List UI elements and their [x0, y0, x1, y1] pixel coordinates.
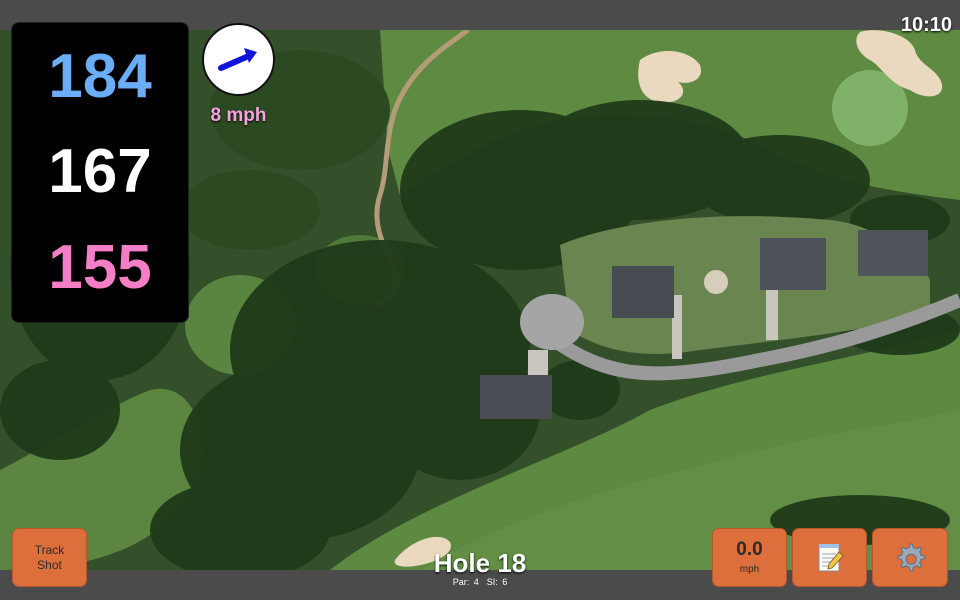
hole-stroke-index: SI: 6 — [486, 577, 508, 587]
front-distance: 155 — [48, 233, 152, 303]
wind-arrow-icon — [217, 47, 257, 71]
speed-button[interactable]: 0.0 mph — [712, 528, 787, 587]
hole-title: Hole 18 — [433, 548, 527, 578]
wind-speed: 8 mph — [210, 105, 267, 126]
distance-panel: 184 167 155 — [11, 22, 189, 323]
track-shot-label-line2: Shot — [37, 557, 62, 572]
track-shot-label-line1: Track — [34, 543, 65, 558]
wind-direction-indicator — [202, 23, 275, 96]
middle-distance: 167 — [48, 137, 152, 207]
clock-time: 10:10 — [900, 14, 952, 36]
notes-button[interactable] — [792, 528, 867, 587]
back-distance: 184 — [48, 41, 152, 111]
hole-info: Par: 4 SI: 6 — [380, 577, 580, 587]
notepad-icon — [818, 543, 844, 571]
speed-value: 0.0 — [736, 538, 763, 560]
speed-unit: mph — [739, 564, 760, 576]
hole-par: Par: 4 — [452, 577, 479, 587]
gear-icon — [897, 543, 926, 571]
settings-button[interactable] — [872, 528, 948, 587]
track-shot-button[interactable]: Track Shot — [12, 528, 87, 587]
